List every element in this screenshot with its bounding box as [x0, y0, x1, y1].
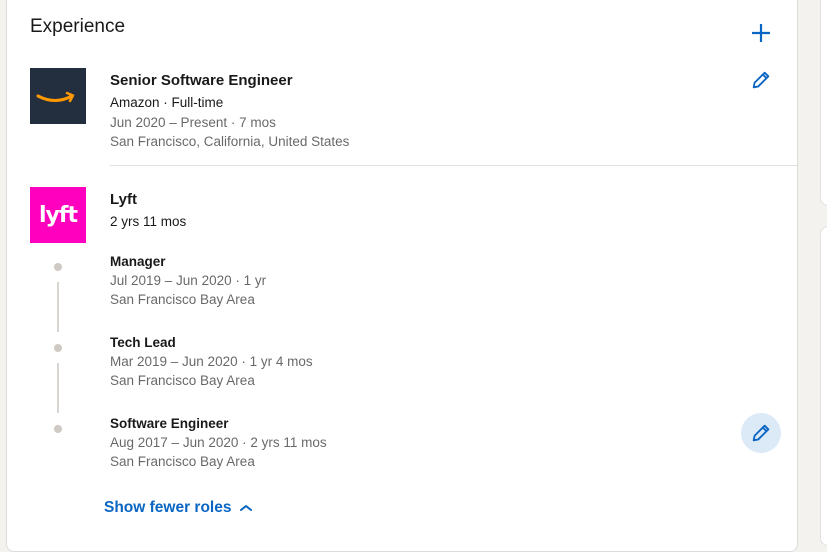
duration: 1 yr 4 mos: [249, 354, 313, 369]
role-title[interactable]: Software Engineer: [110, 416, 229, 431]
role-location: San Francisco Bay Area: [110, 292, 255, 307]
show-fewer-label: Show fewer roles: [104, 499, 232, 516]
date-range: Jun 2020 – Present · 7 mos: [110, 115, 276, 130]
pencil-icon: [752, 71, 770, 89]
dates: Jul 2019 – Jun 2020: [110, 273, 232, 288]
lyft-logo-text: lyft: [39, 202, 78, 228]
divider: [110, 165, 797, 166]
right-rail-card: [820, 0, 827, 206]
location: San Francisco, California, United States: [110, 134, 350, 149]
show-fewer-roles-button[interactable]: Show fewer roles: [104, 498, 253, 518]
role-location: San Francisco Bay Area: [110, 373, 255, 388]
right-rail-card: [820, 226, 827, 546]
role-date-range: Aug 2017 – Jun 2020 · 2 yrs 11 mos: [110, 435, 327, 450]
plus-icon: [752, 24, 770, 42]
pencil-icon: [752, 424, 770, 442]
company-name[interactable]: Lyft: [110, 191, 137, 208]
timeline-line: [57, 282, 59, 332]
section-title: Experience: [30, 16, 126, 37]
timeline-dot: [54, 344, 62, 352]
timeline-line: [57, 363, 59, 413]
position-title[interactable]: Senior Software Engineer: [110, 72, 293, 89]
amazon-smile-icon: [36, 91, 75, 103]
role-location: San Francisco Bay Area: [110, 454, 255, 469]
duration: 7 mos: [239, 115, 276, 130]
separator-dot: ·: [230, 115, 240, 130]
timeline-dot: [54, 263, 62, 271]
role-date-range: Mar 2019 – Jun 2020 · 1 yr 4 mos: [110, 354, 313, 369]
timeline-dot: [54, 425, 62, 433]
dates: Jun 2020 – Present: [110, 115, 228, 130]
separator-dot: ·: [241, 354, 250, 369]
edit-lyft-button[interactable]: [741, 413, 781, 453]
amazon-logo[interactable]: [30, 68, 86, 124]
dates: Mar 2019 – Jun 2020: [110, 354, 238, 369]
lyft-logo[interactable]: lyft: [30, 187, 86, 243]
dates: Aug 2017 – Jun 2020: [110, 435, 239, 450]
role-title[interactable]: Tech Lead: [110, 335, 176, 350]
role-title[interactable]: Manager: [110, 254, 166, 269]
separator-dot: ·: [235, 273, 244, 288]
total-duration: 2 yrs 11 mos: [110, 214, 187, 229]
role-date-range: Jul 2019 – Jun 2020 · 1 yr: [110, 273, 266, 288]
edit-amazon-button[interactable]: [741, 60, 781, 100]
duration: 1 yr: [243, 273, 267, 288]
add-experience-button[interactable]: [748, 20, 774, 46]
company-line: Amazon · Full-time: [110, 95, 224, 110]
duration: 2 yrs 11 mos: [250, 435, 327, 450]
chevron-up-icon: [240, 505, 253, 511]
